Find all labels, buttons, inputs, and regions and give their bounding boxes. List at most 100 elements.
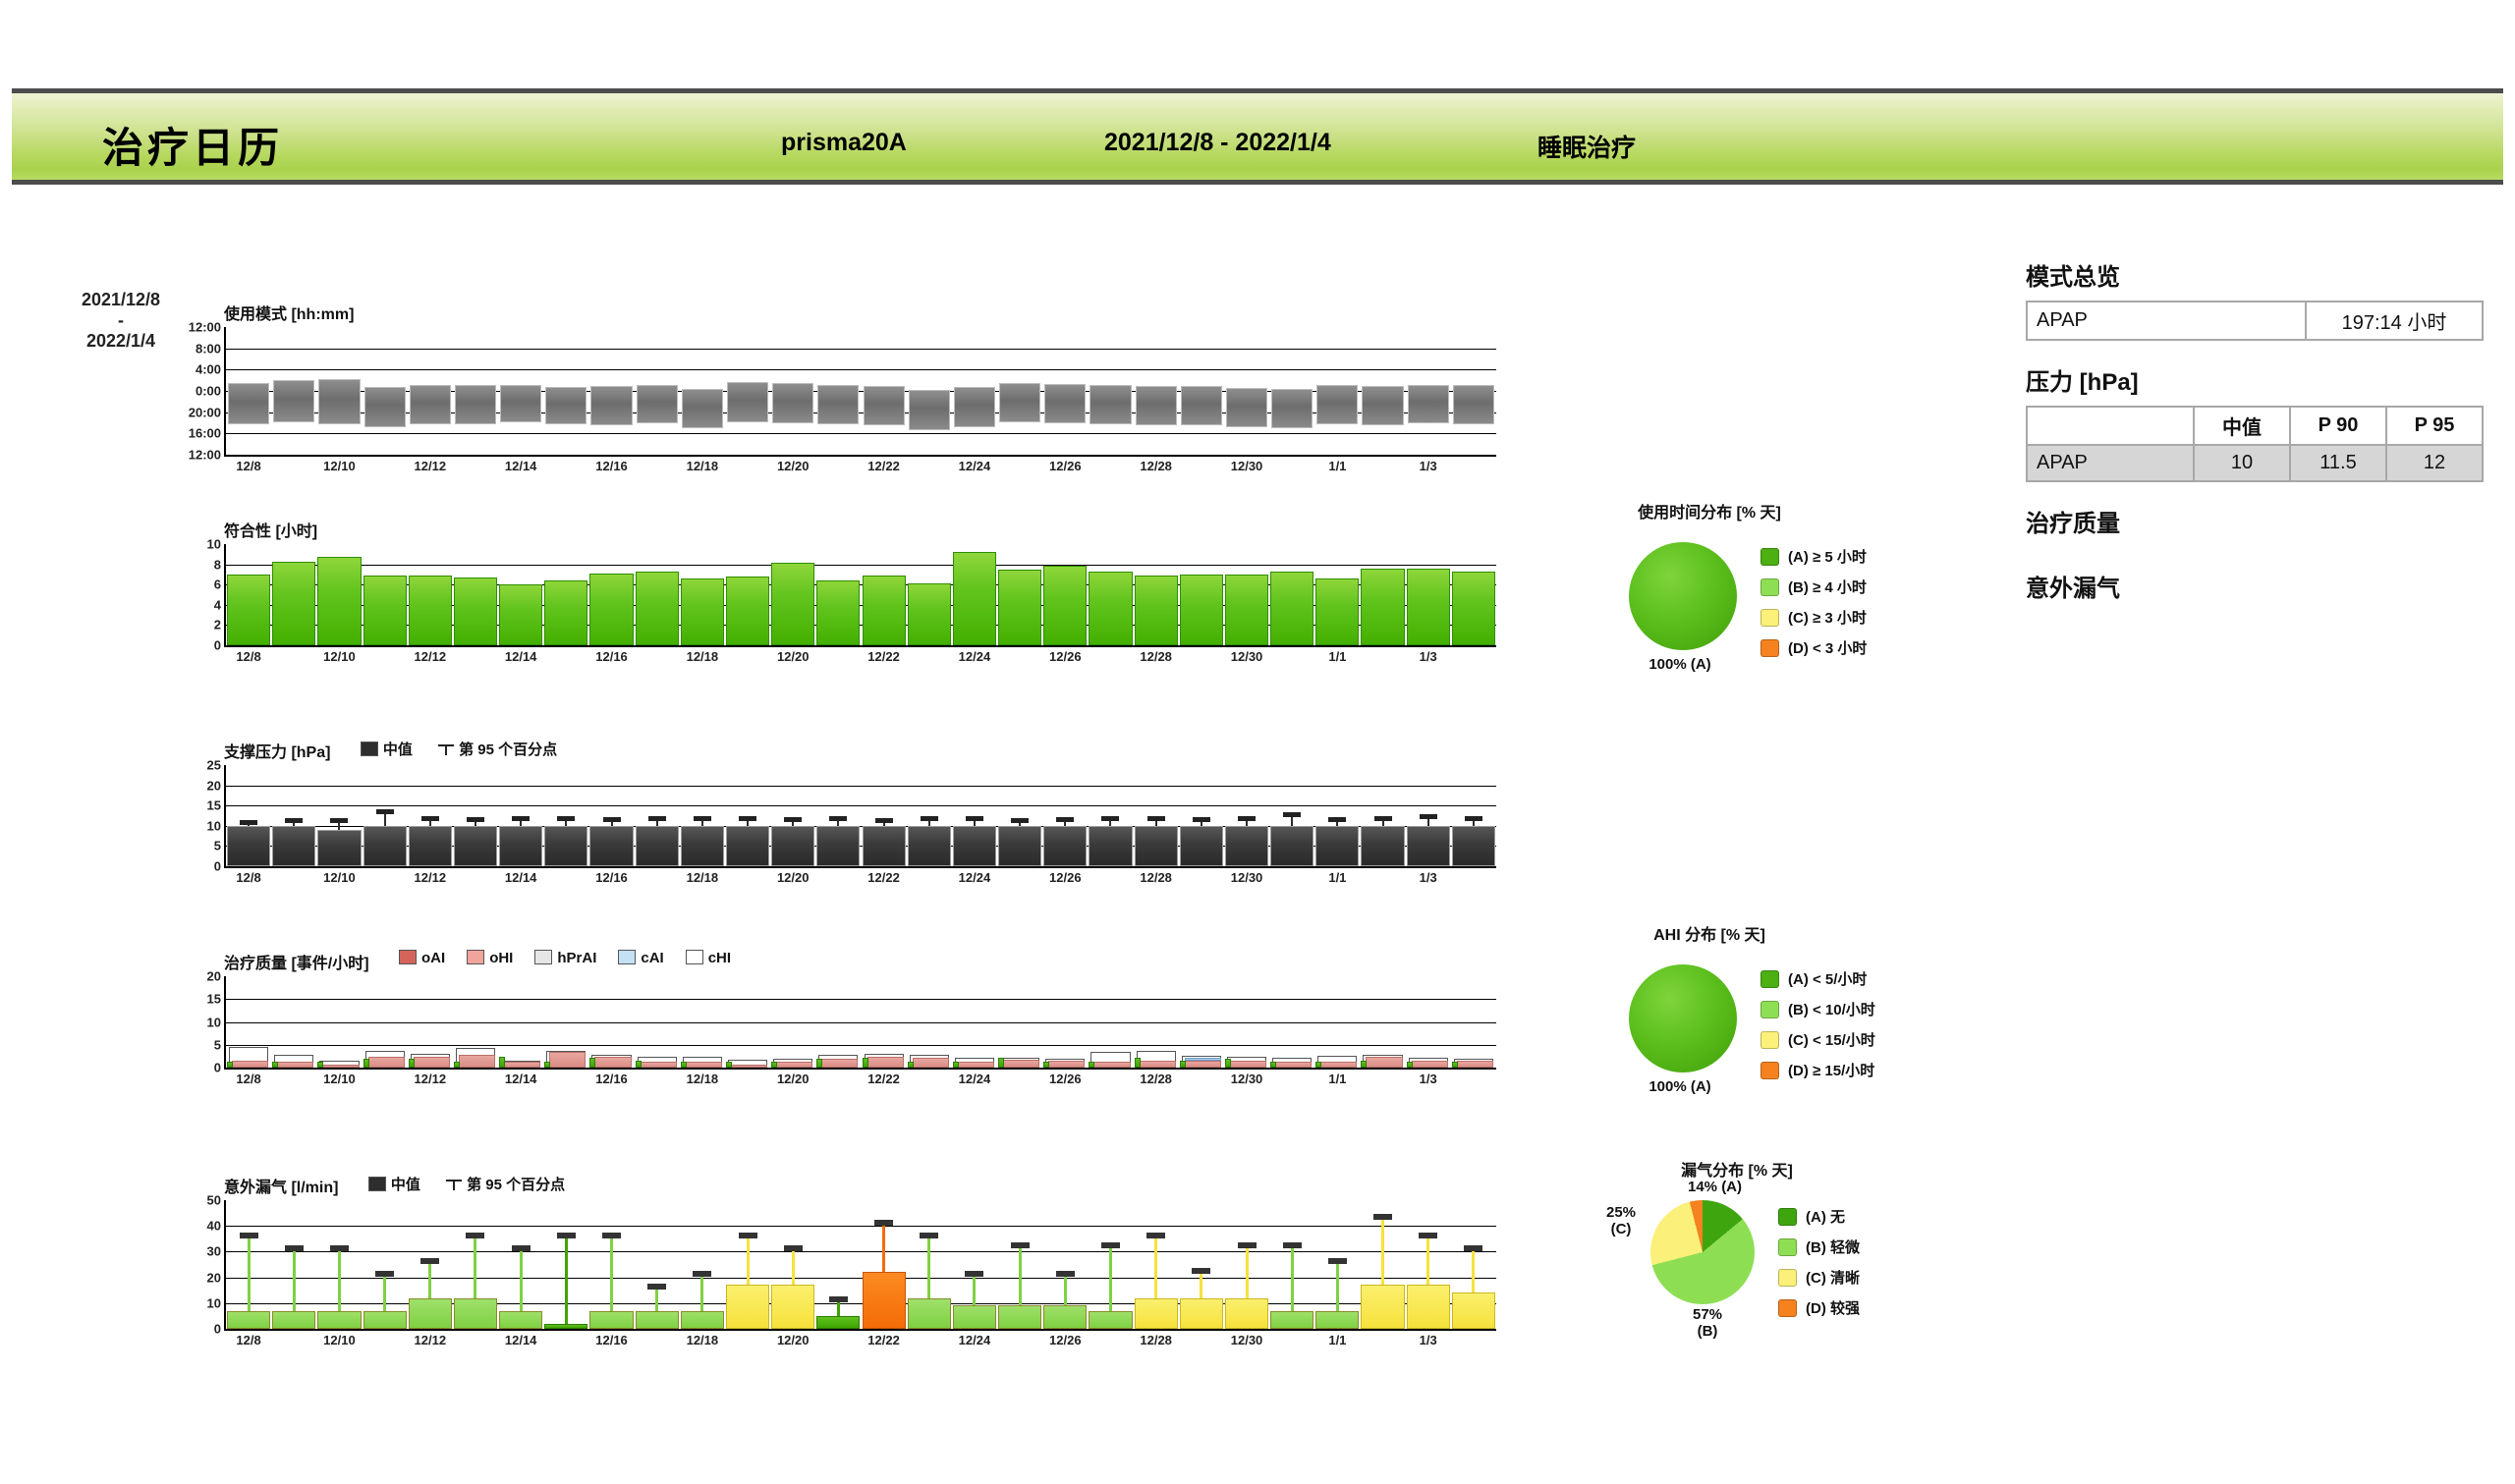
oai-bar xyxy=(589,1058,596,1068)
gridline xyxy=(226,999,1496,1001)
legend-label-oai: oAI xyxy=(421,950,446,966)
ohi-bar xyxy=(1320,1061,1358,1068)
usage-block xyxy=(318,379,361,424)
whisker-cap xyxy=(1283,811,1302,817)
ohi-bar xyxy=(413,1056,450,1068)
y-axis-tick: 8 xyxy=(213,557,221,573)
pressure-median-bar xyxy=(907,825,951,866)
usage-block xyxy=(1452,385,1494,425)
summary-panel: 模式总览 APAP 197:14 小时 压力 [hPa] 中值 P 90 P 9… xyxy=(2026,257,2487,633)
whisker-cap xyxy=(1327,1257,1347,1264)
whisker-cap xyxy=(240,819,258,825)
pressure-p95-whisker xyxy=(1146,816,1165,826)
pressure-p95-whisker xyxy=(965,816,983,826)
usage-block xyxy=(545,387,587,425)
chart-therapy-quality: 治疗质量 [事件/小时] oAI oHI hPrAI cAI cHI 20 15 10 5 0 1… xyxy=(207,950,1501,1086)
leakage-median-bar xyxy=(1224,1297,1269,1329)
y-axis-tick: 10 xyxy=(206,1295,221,1311)
x-axis-tick: 1/1 xyxy=(1328,1072,1347,1086)
legend-label-cai: cAI xyxy=(641,950,664,966)
usage-block xyxy=(681,388,723,429)
pressure-p95-whisker xyxy=(829,816,848,826)
x-axis-tick: 12/14 xyxy=(504,459,537,473)
x-axis-tick: 12/22 xyxy=(867,649,900,664)
x-axis-tick: 12/20 xyxy=(776,870,810,885)
ohi-bar xyxy=(594,1057,632,1068)
legend-label-p95-leak: 第 95 个百分点 xyxy=(467,1177,566,1193)
pressure-median-bar xyxy=(1406,825,1450,866)
therapy-mode-label: 睡眠治疗 xyxy=(1537,135,1637,162)
y-axis-tick: 0 xyxy=(213,1321,221,1337)
pressure-p95-whisker xyxy=(784,816,803,826)
usage-block xyxy=(500,385,542,422)
legend-item-median-leak: 中值 xyxy=(367,1174,420,1194)
whisker-cap xyxy=(420,815,439,821)
left-date-range: 2021/12/8 - 2022/1/4 xyxy=(57,290,185,352)
compliance-bar xyxy=(816,580,861,645)
x-axis-tick: 12/22 xyxy=(867,870,900,885)
y-axis-tick: 0 xyxy=(213,637,221,653)
pressure-median-bar xyxy=(1043,825,1088,866)
oai-bar xyxy=(1406,1061,1413,1068)
usage-block xyxy=(1090,385,1132,425)
oai-bar xyxy=(771,1061,778,1068)
compliance-bar xyxy=(453,577,498,645)
y-axis-tick: 4:00 xyxy=(195,361,221,377)
x-axis-tick: 12/12 xyxy=(414,459,447,473)
legend-label-p95: 第 95 个百分点 xyxy=(459,742,558,758)
usage-block xyxy=(409,385,451,425)
pie-chart-ahi xyxy=(1629,964,1737,1072)
leakage-p95-whisker xyxy=(965,1270,984,1306)
chart-usage-pattern: 使用模式 [hh:mm] 12:00 8:00 4:00 0:00 20:00 16:00… xyxy=(189,301,1501,473)
chart-compliance: 符合性 [小时] 10 8 6 4 2 0 12/8 12/10 12/12 12/14 12/16… xyxy=(207,518,1501,664)
usage-block xyxy=(772,383,814,424)
leakage-p95-whisker xyxy=(1146,1232,1166,1298)
usage-block xyxy=(1271,388,1313,428)
y-axis-tick: 5 xyxy=(213,1037,221,1053)
pie-legend-swatch xyxy=(1760,1061,1779,1079)
ohi-bar xyxy=(640,1061,677,1068)
pie-leakage-distribution: 漏气分布 [% 天] 14% (A) 25% (C) 57% (B) (A) 无 (B… xyxy=(1572,1157,1945,1340)
pie-legend-row: (D) < 3 小时 xyxy=(1760,637,1867,658)
compliance-bar xyxy=(363,575,407,645)
oai-bar xyxy=(998,1057,1005,1068)
pressure-p95-whisker xyxy=(375,808,394,826)
x-axis-tick: 12/20 xyxy=(776,1333,810,1347)
x-axis-tick: 12/18 xyxy=(686,649,719,664)
compliance-bar xyxy=(1406,568,1450,645)
leakage-p95-whisker xyxy=(511,1244,531,1311)
usage-block xyxy=(1180,386,1222,425)
whisker-cap xyxy=(965,1270,984,1277)
whisker-cap xyxy=(784,816,803,822)
whisker-cap xyxy=(1010,1242,1030,1249)
ohi-bar xyxy=(504,1061,541,1068)
whisker-cap xyxy=(1237,1242,1257,1249)
x-axis-tick: 12/12 xyxy=(414,870,447,885)
x-axis-tick: 1/1 xyxy=(1328,459,1347,473)
device-name: prisma20A xyxy=(781,129,907,156)
oai-bar xyxy=(1224,1058,1231,1068)
x-axis-tick: 12/8 xyxy=(236,459,261,473)
oai-bar xyxy=(544,1061,551,1068)
legend-swatch-median-leak xyxy=(367,1177,386,1191)
x-axis-tick: 12/16 xyxy=(595,1333,628,1347)
gridline xyxy=(226,1251,1496,1253)
whisker-cap xyxy=(329,1244,349,1251)
leakage-p95-whisker xyxy=(375,1271,395,1311)
x-axis-tick: 12/8 xyxy=(236,1072,261,1086)
pie-chart-leak xyxy=(1650,1200,1755,1304)
y-axis-tick: 12:00 xyxy=(188,447,221,463)
pie-legend-label: (C) < 15/小时 xyxy=(1788,1032,1875,1049)
oai-bar xyxy=(408,1059,415,1068)
pressure-median-bar xyxy=(862,825,906,866)
pressure-p95-whisker xyxy=(602,816,621,826)
pie-label-leak-a: 14% (A) xyxy=(1688,1179,1743,1195)
oai-bar xyxy=(499,1057,506,1068)
x-axis-tick: 12/20 xyxy=(776,1072,810,1086)
pie-title-leak: 漏气分布 [% 天] xyxy=(1681,1163,1793,1180)
pie-legend-leak: (A) 无 (B) 轻微 (C) 清晰 (D) 较强 xyxy=(1778,1206,1860,1328)
legend-swatch-hprai xyxy=(534,950,553,964)
whisker-cap xyxy=(285,817,304,823)
pressure-median-bar xyxy=(1270,825,1314,866)
compliance-bar xyxy=(1451,571,1495,645)
